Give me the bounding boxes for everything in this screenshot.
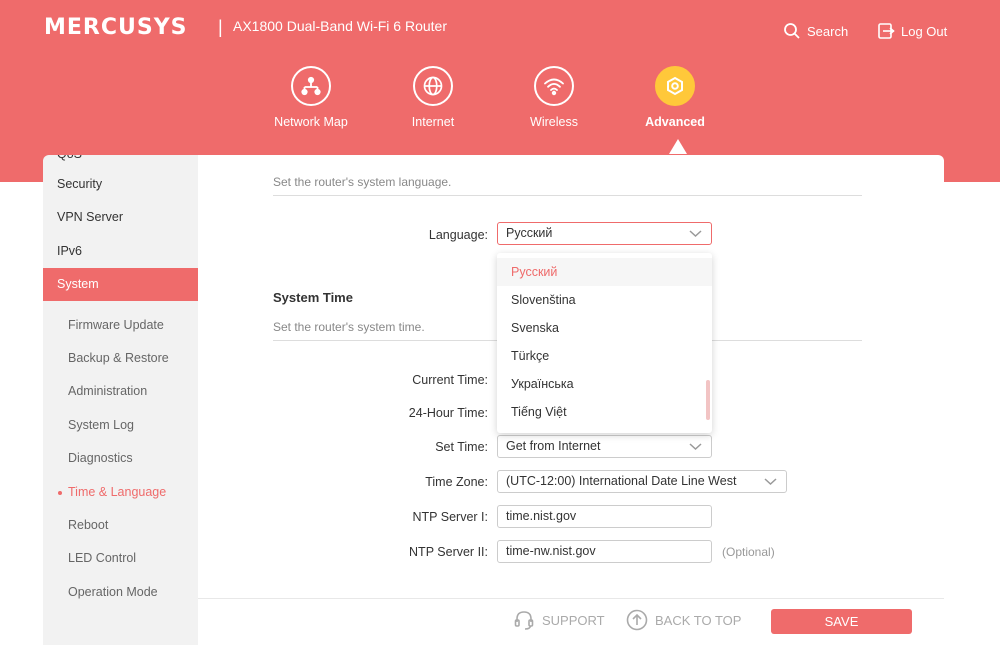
optional-hint: (Optional) xyxy=(722,545,775,559)
nav-label: Wireless xyxy=(530,115,578,129)
sidebar-sub-backup-restore[interactable]: Backup & Restore xyxy=(43,342,198,375)
globe-icon xyxy=(423,76,443,96)
sidebar-sub-reboot[interactable]: Reboot xyxy=(43,509,198,542)
current-time-label: Current Time: xyxy=(412,373,488,387)
ntp1-label: NTP Server I: xyxy=(412,510,488,524)
sidebar-item-system[interactable]: System xyxy=(43,268,198,301)
language-value: Русский xyxy=(506,226,553,240)
header-separator: | xyxy=(218,17,223,37)
sidebar-sub-diagnostics[interactable]: Diagnostics xyxy=(43,442,198,475)
sidebar-item-ipv6[interactable]: IPv6 xyxy=(43,235,198,268)
language-option[interactable]: Türkçe xyxy=(497,342,712,370)
chevron-down-icon xyxy=(764,478,777,486)
headset-icon xyxy=(514,611,534,630)
back-to-top-button[interactable]: BACK TO TOP xyxy=(626,609,741,631)
search-button[interactable]: Search xyxy=(783,22,848,40)
nav-label: Network Map xyxy=(274,115,348,129)
ntp1-input[interactable]: time.nist.gov xyxy=(497,505,712,528)
set-time-label: Set Time: xyxy=(435,440,488,454)
brand-logo: MERCUSYS xyxy=(44,15,188,40)
support-label: SUPPORT xyxy=(542,612,605,628)
router-model: AX1800 Dual-Band Wi-Fi 6 Router xyxy=(233,18,447,34)
logout-button[interactable]: Log Out xyxy=(877,22,947,40)
sidebar-sub-administration[interactable]: Administration xyxy=(43,375,198,408)
system-time-description: Set the router's system time. xyxy=(273,320,425,334)
chevron-up-icon xyxy=(689,230,702,238)
sidebar-sub-time-language[interactable]: Time & Language xyxy=(43,476,198,509)
nav-label: Advanced xyxy=(645,115,705,129)
ntp2-input[interactable]: time-nw.nist.gov xyxy=(497,540,712,563)
ntp2-label: NTP Server II: xyxy=(409,545,488,559)
wifi-icon xyxy=(544,78,564,96)
set-time-select[interactable]: Get from Internet xyxy=(497,435,712,458)
sidebar-sub-led-control[interactable]: LED Control xyxy=(43,542,198,575)
timezone-label: Time Zone: xyxy=(425,475,488,489)
search-label: Search xyxy=(807,23,849,39)
search-icon xyxy=(784,23,800,39)
dropdown-scrollbar[interactable] xyxy=(706,380,710,420)
sidebar: QoS Security VPN Server IPv6 System Firm… xyxy=(43,155,198,645)
language-option[interactable]: Slovenština xyxy=(497,286,712,314)
save-button[interactable]: SAVE xyxy=(771,609,912,634)
set-time-value: Get from Internet xyxy=(506,439,601,453)
sidebar-sub-operation-mode[interactable]: Operation Mode xyxy=(43,576,198,609)
nav-label: Internet xyxy=(411,115,455,129)
back-to-top-label: BACK TO TOP xyxy=(655,612,742,628)
language-option[interactable]: Українська xyxy=(497,370,712,398)
support-button[interactable]: SUPPORT xyxy=(513,609,605,631)
logout-icon xyxy=(878,23,895,39)
chevron-down-icon xyxy=(689,443,702,451)
nav-network-map[interactable]: Network Map xyxy=(256,66,366,129)
logout-label: Log Out xyxy=(901,23,948,39)
nav-active-caret xyxy=(669,139,687,154)
timezone-value: (UTC-12:00) International Date Line West xyxy=(506,474,737,488)
footer-bar: SUPPORT BACK TO TOP SAVE xyxy=(198,598,944,645)
sidebar-item-vpn-server[interactable]: VPN Server xyxy=(43,201,198,234)
language-select[interactable]: Русский xyxy=(497,222,712,245)
language-option[interactable]: Svenska xyxy=(497,314,712,342)
system-time-title: System Time xyxy=(273,290,353,305)
sidebar-item-security[interactable]: Security xyxy=(43,168,198,201)
language-option[interactable]: Tiếng Việt xyxy=(497,398,712,426)
network-map-icon xyxy=(301,76,321,96)
nav-internet[interactable]: Internet xyxy=(378,66,488,129)
hour24-label: 24-Hour Time: xyxy=(408,406,488,420)
sidebar-sub-firmware-update[interactable]: Firmware Update xyxy=(43,309,198,342)
language-dropdown: Русский Slovenština Svenska Türkçe Украї… xyxy=(497,253,712,433)
sidebar-sub-system-log[interactable]: System Log xyxy=(43,409,198,442)
language-option[interactable]: Русский xyxy=(497,258,712,286)
language-description: Set the router's system language. xyxy=(273,175,452,189)
section-divider xyxy=(273,195,862,196)
timezone-select[interactable]: (UTC-12:00) International Date Line West xyxy=(497,470,787,493)
arrow-up-icon xyxy=(626,609,648,631)
nav-advanced[interactable]: Advanced xyxy=(620,66,730,129)
language-label: Language: xyxy=(428,228,488,242)
gear-icon xyxy=(667,76,683,96)
nav-wireless[interactable]: Wireless xyxy=(499,66,609,129)
